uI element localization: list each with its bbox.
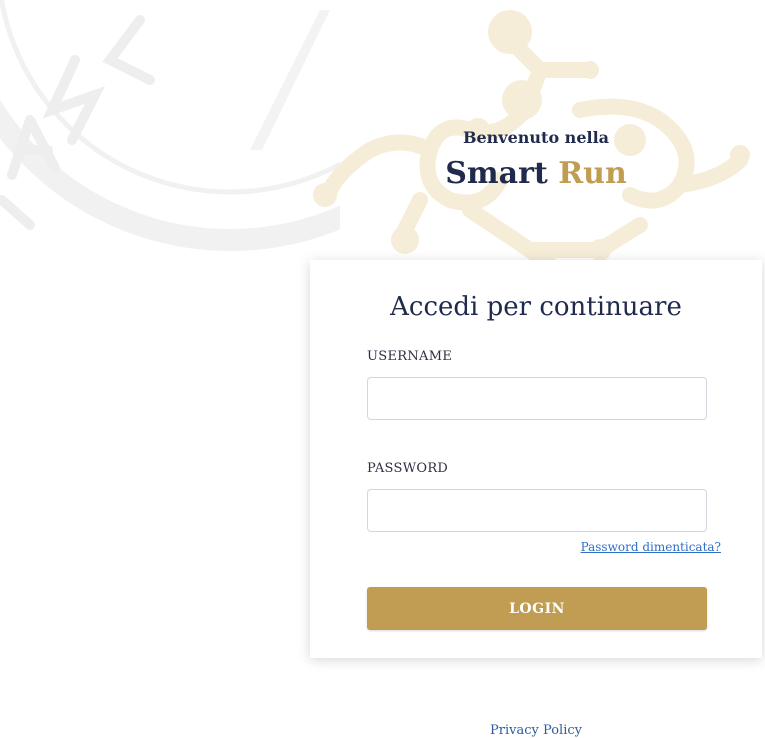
login-page: Benvenuto nella Smart Run Accedi per con… <box>0 0 765 738</box>
forgot-password-link[interactable]: Password dimenticata? <box>581 540 721 554</box>
username-label: USERNAME <box>367 349 453 364</box>
privacy-policy-link[interactable]: Privacy Policy <box>310 723 762 738</box>
password-label: PASSWORD <box>367 461 449 476</box>
login-card-title: Accedi per continuare <box>390 292 682 322</box>
seal-watermark-icon <box>0 0 340 251</box>
password-input[interactable] <box>367 489 707 532</box>
welcome-header: Benvenuto nella Smart Run <box>310 126 762 194</box>
brand-title: Smart Run <box>310 154 762 194</box>
login-card: Accedi per continuare USERNAME PASSWORD … <box>310 260 762 658</box>
brand-title-accent: Run <box>558 156 627 191</box>
username-input[interactable] <box>367 377 707 420</box>
login-button[interactable]: LOGIN <box>367 587 707 630</box>
welcome-subtitle: Benvenuto nella <box>462 128 610 147</box>
brand-title-main: Smart <box>445 156 548 191</box>
